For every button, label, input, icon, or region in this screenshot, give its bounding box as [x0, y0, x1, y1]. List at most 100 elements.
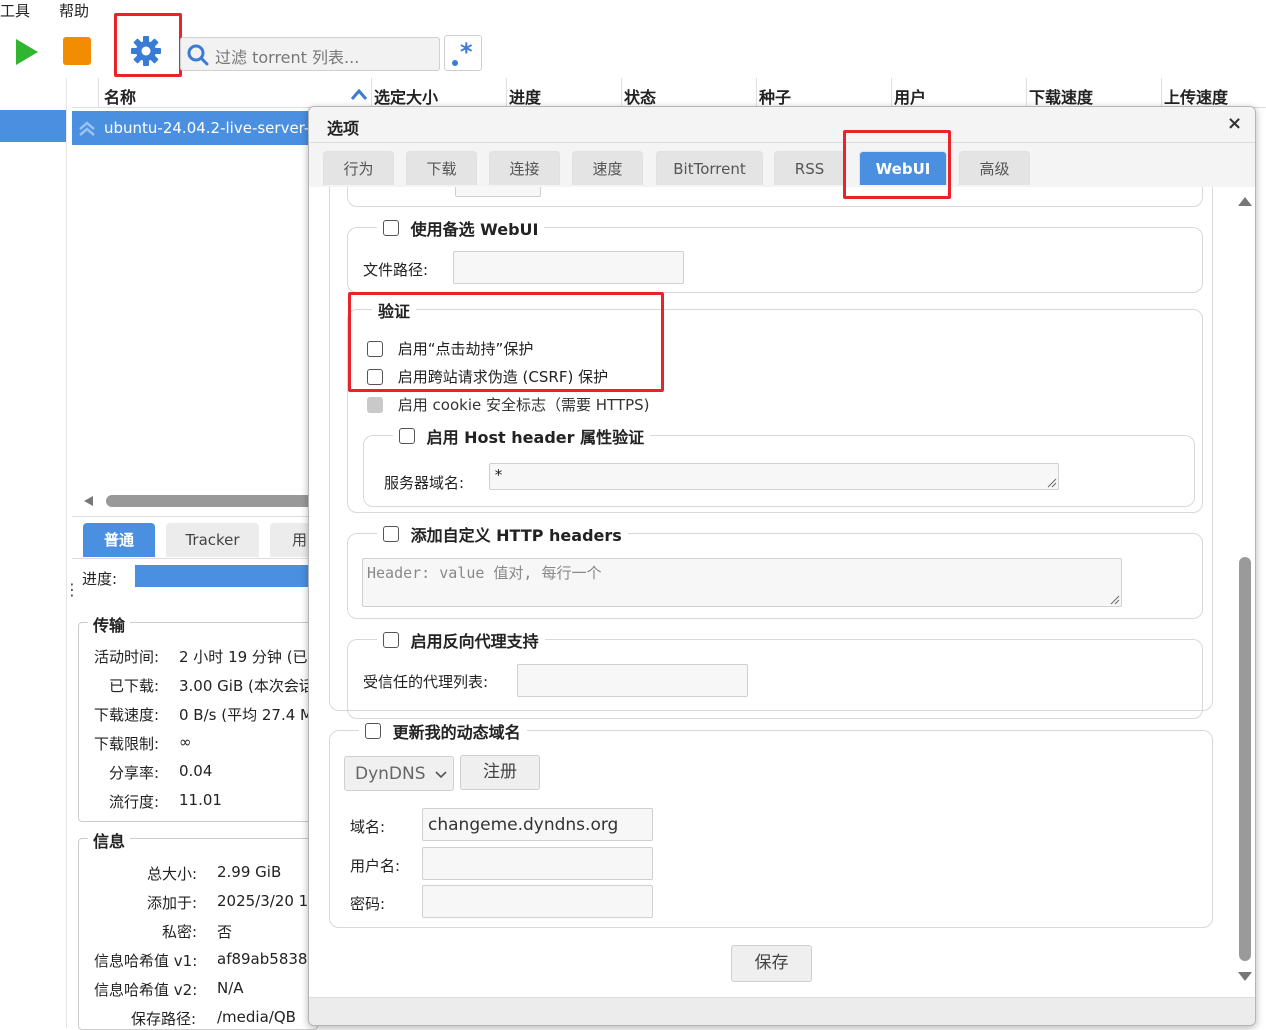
- regex-toggle-button[interactable]: *: [444, 35, 482, 71]
- trusted-proxies-label: 受信任的代理列表:: [363, 673, 489, 691]
- tab-rss[interactable]: RSS: [774, 151, 845, 185]
- progress-label: 进度:: [82, 570, 118, 588]
- ddns-register-button[interactable]: 注册: [460, 755, 540, 790]
- tab-behavior[interactable]: 行为: [323, 151, 394, 185]
- menu-tools[interactable]: 工具: [0, 0, 30, 21]
- highlight-webui-tab: [843, 130, 951, 199]
- timeout-input[interactable]: [455, 187, 541, 197]
- resize-handle-icon[interactable]: [1108, 593, 1120, 605]
- horizontal-scrollbar[interactable]: [82, 492, 316, 510]
- sidebar-selected-item[interactable]: [0, 110, 66, 142]
- tab-connection[interactable]: 连接: [489, 151, 560, 185]
- scrollbar-thumb[interactable]: [106, 495, 316, 507]
- kv-value: 2.99 GiB: [217, 863, 282, 881]
- tab-advanced[interactable]: 高级: [959, 151, 1030, 185]
- alt-webui-checkbox[interactable]: [383, 220, 399, 236]
- col-progress[interactable]: 进度: [509, 84, 541, 108]
- kv-value: N/A: [217, 979, 244, 997]
- col-name[interactable]: 名称: [104, 84, 136, 108]
- kv-value: 11.01: [179, 791, 222, 809]
- scroll-left-icon: [84, 496, 93, 506]
- custom-headers-placeholder: Header: value 值对, 每行一个: [367, 564, 602, 582]
- tab-trackers[interactable]: Tracker: [166, 523, 259, 557]
- file-path-input[interactable]: [453, 251, 684, 284]
- reverse-proxy-label: 启用反向代理支持: [410, 632, 539, 651]
- kv-label: 下载速度:: [94, 706, 160, 724]
- col-up-speed[interactable]: 上传速度: [1164, 84, 1228, 108]
- tab-downloads[interactable]: 下载: [406, 151, 477, 185]
- ddns-domain-value: changeme.dyndns.org: [428, 815, 619, 835]
- ddns-provider-select[interactable]: DynDNS: [344, 756, 454, 791]
- col-divider: [1026, 78, 1027, 108]
- sort-asc-icon: [350, 88, 368, 100]
- kv-value: 否: [217, 923, 233, 941]
- kv-label: 保存路径:: [131, 1010, 197, 1028]
- kv-value: 0 B/s (平均 27.4 M: [179, 706, 313, 724]
- col-selected-size[interactable]: 选定大小: [374, 84, 438, 108]
- col-divider: [621, 78, 622, 108]
- vertical-scrollbar[interactable]: [1235, 187, 1255, 997]
- ddns-password-input[interactable]: [422, 885, 653, 918]
- host-header-checkbox[interactable]: [399, 428, 415, 444]
- col-divider: [756, 78, 757, 108]
- torrent-name: ubuntu-24.04.2-live-server-a: [104, 119, 319, 137]
- server-domains-input[interactable]: *: [489, 463, 1059, 490]
- ddns-domain-input[interactable]: changeme.dyndns.org: [422, 808, 653, 841]
- host-header-label: 启用 Host header 属性验证: [426, 428, 645, 447]
- ddns-password-label: 密码:: [350, 895, 386, 913]
- col-status[interactable]: 状态: [624, 84, 656, 108]
- dialog-titlebar[interactable]: 选项 ×: [309, 107, 1255, 143]
- chevron-down-icon: [435, 771, 447, 779]
- downloading-icon: [79, 121, 95, 136]
- save-button[interactable]: 保存: [731, 945, 812, 982]
- col-peers[interactable]: 用户: [894, 84, 926, 108]
- kv-label: 下载限制:: [94, 735, 160, 753]
- tab-general[interactable]: 普通: [83, 523, 155, 557]
- ddns-checkbox[interactable]: [365, 723, 381, 739]
- kv-label: 流行度:: [109, 793, 160, 811]
- kv-value: /media/QB: [217, 1008, 296, 1026]
- tab-bittorrent[interactable]: BitTorrent: [656, 151, 763, 185]
- scroll-down-icon[interactable]: [1237, 971, 1253, 983]
- svg-text:*: *: [460, 38, 473, 66]
- col-seeds[interactable]: 种子: [759, 84, 791, 108]
- table-row[interactable]: ubuntu-24.04.2-live-server-a: [72, 111, 319, 145]
- drag-handle-icon[interactable]: ⋮: [64, 580, 80, 599]
- kv-label: 信息哈希值 v1:: [94, 952, 198, 970]
- custom-headers-legend: 添加自定义 HTTP headers: [377, 522, 628, 546]
- pause-button[interactable]: [59, 33, 95, 69]
- ddns-username-input[interactable]: [422, 847, 653, 880]
- kv-value: 2025/3/20 10: [217, 892, 318, 910]
- custom-headers-textarea[interactable]: Header: value 值对, 每行一个: [362, 558, 1122, 607]
- sidebar-splitter[interactable]: [66, 78, 72, 1028]
- close-icon[interactable]: ×: [1227, 113, 1242, 134]
- regex-icon: *: [452, 38, 473, 66]
- kv-label: 私密:: [162, 923, 198, 941]
- dialog-title: 选项: [327, 119, 360, 138]
- col-down-speed[interactable]: 下载速度: [1029, 84, 1093, 108]
- custom-headers-checkbox[interactable]: [383, 526, 399, 542]
- kv-label: 已下载:: [109, 677, 160, 695]
- kv-label: 活动时间:: [94, 648, 160, 666]
- resume-button[interactable]: [8, 34, 44, 70]
- kv-value: ∞: [179, 733, 192, 751]
- scroll-up-icon[interactable]: [1237, 195, 1253, 207]
- reverse-proxy-checkbox[interactable]: [383, 632, 399, 648]
- resize-handle-icon[interactable]: [1045, 476, 1057, 488]
- kv-label: 总大小:: [147, 865, 198, 883]
- cookie-label: 启用 cookie 安全标志（需要 HTTPS): [397, 396, 650, 414]
- dialog-tabs: 行为 下载 连接 速度 BitTorrent RSS WebUI 高级: [309, 143, 1255, 187]
- tab-peers[interactable]: 用: [270, 523, 312, 557]
- trusted-proxies-input[interactable]: [517, 664, 748, 697]
- col-divider: [371, 78, 372, 108]
- divider: [72, 558, 312, 559]
- col-divider: [98, 78, 99, 108]
- reverse-proxy-legend: 启用反向代理支持: [377, 628, 545, 652]
- play-icon: [16, 39, 38, 65]
- scrollbar-thumb[interactable]: [1239, 557, 1251, 961]
- search-input[interactable]: 过滤 torrent 列表...: [180, 37, 440, 71]
- kv-value: 0.04: [179, 762, 213, 780]
- ddns-legend: 更新我的动态域名: [359, 719, 527, 743]
- menu-help[interactable]: 帮助: [59, 0, 89, 21]
- tab-speed[interactable]: 速度: [572, 151, 643, 185]
